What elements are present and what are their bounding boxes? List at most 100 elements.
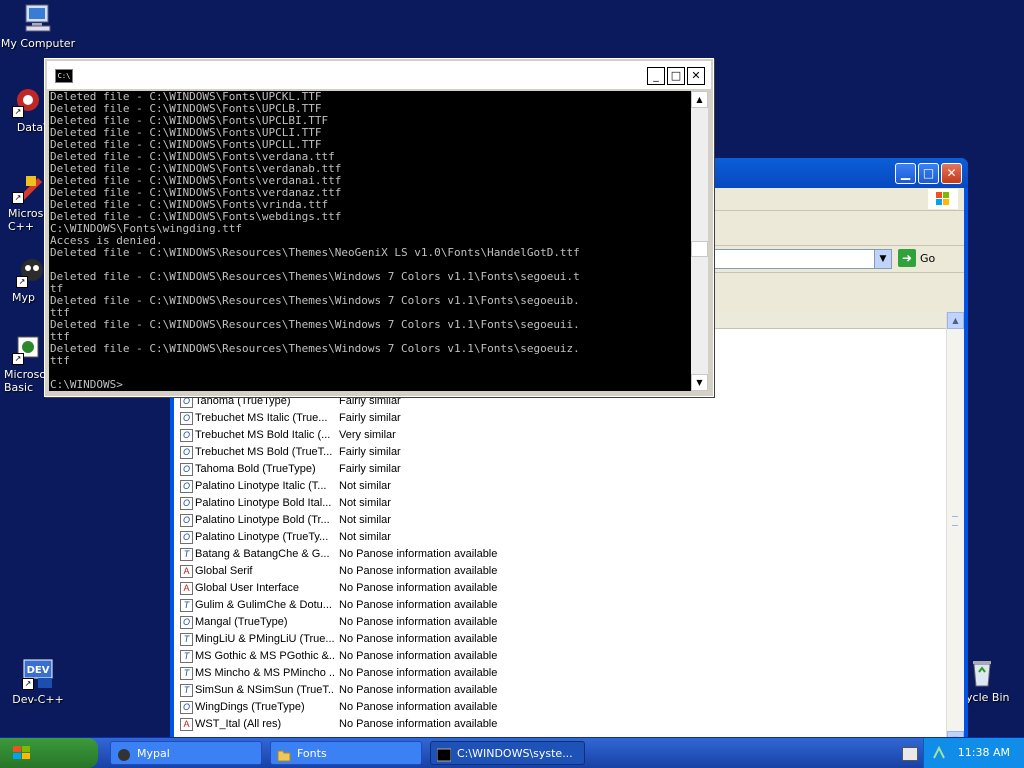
list-scrollbar[interactable]: ▲ ▼ <box>946 312 964 748</box>
console-scrollbar[interactable]: ▲ ▼ <box>691 91 708 391</box>
font-name: Batang & BatangChe & G... <box>195 548 330 560</box>
font-row[interactable]: A Global Serif No Panose information avail… <box>180 563 510 580</box>
font-name: MingLiU & PMingLiU (True... <box>195 633 335 645</box>
font-row[interactable]: T SimSun & NSimSun (TrueT... No Panose inf… <box>180 682 510 699</box>
opentype-font-icon: O <box>180 480 193 493</box>
chevron-down-icon: ▼ <box>879 254 887 264</box>
font-name: Global Serif <box>195 565 253 577</box>
recycle-bin-icon <box>966 656 998 688</box>
minimize-icon: _ <box>653 69 659 82</box>
truetype-font-icon: T <box>180 548 193 561</box>
font-row[interactable]: O Trebuchet MS Bold Italic (... Very simil… <box>180 427 510 444</box>
font-row[interactable]: T MingLiU & PMingLiU (True... No Panose in… <box>180 631 510 648</box>
shortcut-arrow-icon: ↗ <box>16 276 28 288</box>
datawa-icon: ↗ <box>12 86 44 118</box>
computer-icon <box>22 2 54 34</box>
keyboard-icon[interactable] <box>902 747 918 761</box>
font-name: Trebuchet MS Italic (True... <box>195 412 328 424</box>
font-similarity: No Panose information available <box>339 701 498 713</box>
font-similarity: No Panose information available <box>339 548 498 560</box>
font-similarity: No Panose information available <box>339 616 498 628</box>
font-similarity: Fairly similar <box>339 446 401 458</box>
font-name: WST_Ital (All res) <box>195 718 282 730</box>
font-name: MS Mincho & MS PMincho ... <box>195 667 335 679</box>
maximize-icon: □ <box>922 166 935 180</box>
font-name: Palatino Linotype Bold Ital... <box>195 497 332 509</box>
console-output[interactable]: Deleted file - C:\WINDOWS\Fonts\UPCKL.TT… <box>49 91 691 391</box>
console-maximize-button[interactable]: □ <box>667 67 685 85</box>
address-dropdown-button[interactable]: ▼ <box>874 250 891 268</box>
console-minimize-button[interactable]: _ <box>647 67 665 85</box>
opentype-font-icon: O <box>180 616 193 629</box>
font-row[interactable]: O Tahoma Bold (TrueType) Fairly similar <box>180 461 510 478</box>
folder-icon <box>277 747 291 762</box>
font-name: Mangal (TrueType) <box>195 616 288 628</box>
font-row[interactable]: T Batang & BatangChe & G... No Panose info… <box>180 546 510 563</box>
opentype-font-icon: O <box>180 446 193 459</box>
console-scroll-up-button[interactable]: ▲ <box>691 91 708 108</box>
font-row[interactable]: O Trebuchet MS Bold (TrueT... Fairly simil… <box>180 444 510 461</box>
font-row[interactable]: O Mangal (TrueType) No Panose information … <box>180 614 510 631</box>
taskbar-item-console[interactable]: C:\WINDOWS\syste... <box>430 741 585 765</box>
font-name: Trebuchet MS Bold (TrueT... <box>195 446 333 458</box>
desktop-icon-my-computer[interactable]: My Computer <box>0 2 76 50</box>
shortcut-arrow-icon: ↗ <box>12 192 24 204</box>
taskbar: Mypal Fonts C:\WINDOWS\syste... 11:38 AM <box>0 737 1024 768</box>
font-row[interactable]: O WingDings (TrueType) No Panose informati… <box>180 699 510 716</box>
taskbar-item-fonts[interactable]: Fonts <box>270 741 422 765</box>
raster-font-icon: A <box>180 565 193 578</box>
opentype-font-icon: O <box>180 412 193 425</box>
mypal-icon <box>117 747 131 761</box>
font-similarity: Not similar <box>339 497 391 509</box>
close-icon: ✕ <box>691 69 701 82</box>
console-scroll-thumb[interactable] <box>691 241 708 257</box>
font-row[interactable]: O Palatino Linotype Italic (T... Not simil… <box>180 478 510 495</box>
console-close-button[interactable]: ✕ <box>687 67 705 85</box>
console-line: Deleted file - C:\WINDOWS\Resources\Them… <box>50 270 580 283</box>
scroll-grip[interactable] <box>952 516 958 526</box>
opentype-font-icon: O <box>180 463 193 476</box>
taskbar-item-mypal[interactable]: Mypal <box>110 741 262 765</box>
font-row[interactable]: T MS Gothic & MS PGothic &... No Panose in… <box>180 648 510 665</box>
task-label: C:\WINDOWS\syste... <box>457 747 573 760</box>
shortcut-arrow-icon: ↗ <box>22 678 34 690</box>
opentype-font-icon: O <box>180 514 193 527</box>
opentype-font-icon: O <box>180 531 193 544</box>
console-window[interactable]: C:\ _ □ ✕ Deleted file - C:\WINDOWS\Font… <box>44 58 714 397</box>
start-button[interactable] <box>0 738 98 768</box>
font-row[interactable]: A WST_Ital (All res) No Panose information… <box>180 716 510 733</box>
font-name: SimSun & NSimSun (TrueT... <box>195 684 335 696</box>
font-rows: O Tahoma (TrueType) Fairly similar O Trebuch… <box>180 393 510 733</box>
go-button[interactable]: ➜ Go <box>898 249 960 269</box>
opentype-font-icon: O <box>180 497 193 510</box>
maximize-button[interactable]: □ <box>918 163 939 184</box>
console-line: Deleted file - C:\WINDOWS\Resources\Them… <box>50 318 580 331</box>
scroll-up-button[interactable]: ▲ <box>947 312 964 329</box>
truetype-font-icon: T <box>180 684 193 697</box>
desktop-icon-dev-cpp[interactable]: DEV ↗ Dev-C++ <box>0 658 76 706</box>
desktop-icon-label: My Computer <box>0 37 76 50</box>
console-titlebar[interactable]: C:\ _ □ ✕ <box>47 61 711 89</box>
chevron-up-icon: ▲ <box>696 95 703 104</box>
font-similarity: Very similar <box>339 429 396 441</box>
font-similarity: No Panose information available <box>339 599 498 611</box>
network-icon[interactable] <box>932 745 946 760</box>
console-line: C:\WINDOWS> <box>50 378 123 391</box>
font-row[interactable]: O Trebuchet MS Italic (True... Fairly simi… <box>180 410 510 427</box>
font-name: Trebuchet MS Bold Italic (... <box>195 429 331 441</box>
shortcut-arrow-icon: ↗ <box>12 353 24 365</box>
console-scroll-down-button[interactable]: ▼ <box>691 374 708 391</box>
chevron-down-icon: ▼ <box>696 378 703 387</box>
font-name: Palatino Linotype Italic (T... <box>195 480 327 492</box>
console-icon <box>436 747 452 762</box>
font-row[interactable]: A Global User Interface No Panose informat… <box>180 580 510 597</box>
font-similarity: Fairly similar <box>339 412 401 424</box>
font-row[interactable]: T Gulim & GulimChe & Dotu... No Panose inf… <box>180 597 510 614</box>
font-row[interactable]: O Palatino Linotype (TrueTy... Not similar <box>180 529 510 546</box>
close-button[interactable]: ✕ <box>941 163 962 184</box>
chevron-up-icon: ▲ <box>952 316 959 325</box>
font-row[interactable]: T MS Mincho & MS PMincho ... No Panose inf… <box>180 665 510 682</box>
minimize-button[interactable]: ▁ <box>895 163 916 184</box>
font-row[interactable]: O Palatino Linotype Bold Ital... Not simil… <box>180 495 510 512</box>
font-row[interactable]: O Palatino Linotype Bold (Tr... Not simila… <box>180 512 510 529</box>
